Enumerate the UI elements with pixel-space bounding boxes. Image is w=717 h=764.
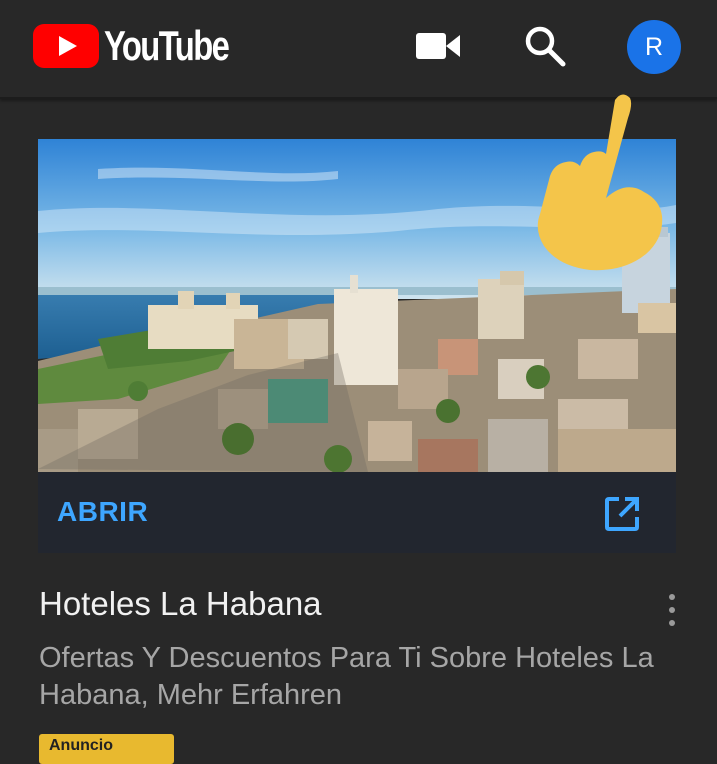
search-button[interactable] [519, 22, 571, 70]
ad-action-bar[interactable]: ABRIR [38, 472, 676, 553]
open-button[interactable]: ABRIR [57, 496, 148, 528]
ad-badge: Anuncio [39, 734, 174, 764]
kebab-dot [669, 620, 675, 626]
ad-description: Ofertas Y Descuentos Para Ti Sobre Hotel… [39, 642, 654, 711]
upload-video-button[interactable] [412, 22, 464, 70]
account-avatar[interactable]: R [627, 20, 681, 74]
youtube-logo[interactable]: YouTube [33, 24, 263, 68]
app-name: YouTube [104, 22, 230, 69]
youtube-logo-icon [33, 24, 99, 68]
search-icon [525, 26, 566, 67]
top-app-bar: YouTube R [0, 0, 717, 99]
external-link-icon[interactable] [604, 496, 640, 532]
ad-title[interactable]: Hoteles La Habana [39, 584, 322, 624]
kebab-dot [669, 607, 675, 613]
more-options-icon[interactable] [660, 590, 684, 630]
video-camera-icon [416, 33, 460, 59]
kebab-dot [669, 594, 675, 600]
pointing-hand-icon [537, 94, 663, 271]
